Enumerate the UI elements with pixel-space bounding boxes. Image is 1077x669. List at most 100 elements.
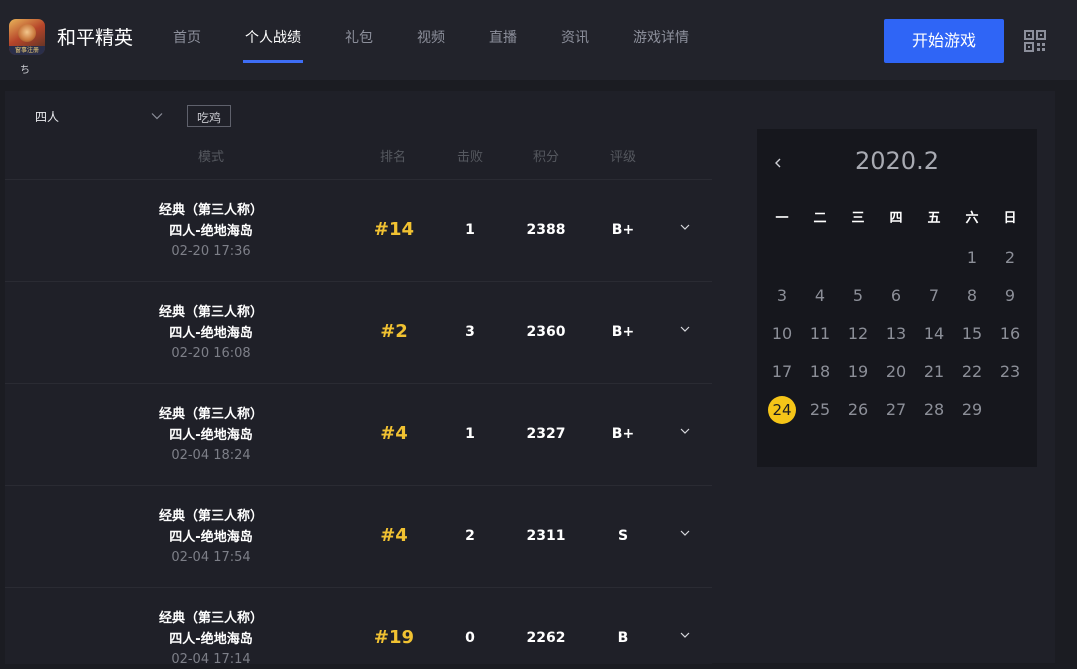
row-time: 02-04 17:54: [171, 550, 251, 565]
calendar: 2020.2 一 二 三 四 五 六 日 1 2 3 4 5 6 7 8 9 10 11 12 13 14…: [757, 129, 1037, 467]
calendar-day[interactable]: 19: [843, 357, 873, 387]
calendar-day[interactable]: 11: [805, 319, 835, 349]
calendar-day[interactable]: 25: [805, 395, 835, 425]
weekday-label: 二: [813, 211, 827, 226]
column-header-kills: 击败: [456, 150, 483, 165]
calendar-day[interactable]: 3: [767, 281, 797, 311]
winner-dinner-filter-tag[interactable]: 吃鸡: [187, 105, 231, 127]
column-header-score: 积分: [532, 150, 559, 165]
row-rank: #4: [380, 423, 408, 444]
nav-home[interactable]: 首页: [173, 0, 201, 80]
row-mode: 经典（第三人称）: [158, 611, 263, 626]
row-score: 2327: [526, 426, 566, 442]
row-time: 02-20 16:08: [171, 346, 251, 361]
weekday-label: 六: [965, 211, 979, 226]
calendar-day[interactable]: 2: [995, 243, 1025, 273]
weekday-label: 一: [775, 211, 789, 226]
calendar-day[interactable]: 5: [843, 281, 873, 311]
row-map: 四人-绝地海岛: [169, 428, 253, 443]
calendar-day[interactable]: 20: [881, 357, 911, 387]
chevron-down-icon: [151, 113, 163, 120]
logo-character-art: [18, 24, 36, 42]
column-header-mode: 模式: [197, 150, 224, 165]
row-map: 四人-绝地海岛: [169, 530, 253, 545]
calendar-day[interactable]: 16: [995, 319, 1025, 349]
calendar-day[interactable]: 8: [957, 281, 987, 311]
calendar-day[interactable]: 18: [805, 357, 835, 387]
row-rank: #2: [380, 321, 408, 342]
chevron-down-icon[interactable]: [679, 222, 691, 232]
row-map: 四人-绝地海岛: [169, 326, 253, 341]
row-rank: #19: [373, 627, 415, 648]
weekday-label: 三: [851, 211, 865, 226]
nav-gift[interactable]: 礼包: [345, 0, 373, 80]
weekday-label: 五: [927, 211, 941, 226]
calendar-day[interactable]: 21: [919, 357, 949, 387]
row-kills: 2: [465, 528, 475, 544]
chevron-down-icon[interactable]: [679, 630, 691, 640]
calendar-day[interactable]: 27: [881, 395, 911, 425]
row-kills: 1: [465, 222, 475, 238]
calendar-day[interactable]: 23: [995, 357, 1025, 387]
mode-select-value: 四人: [35, 110, 60, 124]
row-kills: 0: [465, 630, 475, 646]
calendar-day[interactable]: 15: [957, 319, 987, 349]
row-map: 四人-绝地海岛: [169, 224, 253, 239]
calendar-day[interactable]: 4: [805, 281, 835, 311]
weekday-label: 日: [1003, 211, 1017, 226]
table-row[interactable]: 经典（第三人称） 四人-绝地海岛 02-20 17:36 #14 1 2388 …: [5, 179, 712, 281]
row-time: 02-04 18:24: [171, 448, 251, 463]
row-mode: 经典（第三人称）: [158, 407, 263, 422]
row-grade: B+: [611, 426, 635, 442]
start-game-button[interactable]: 开始游戏: [884, 19, 1004, 63]
nav-news[interactable]: 资讯: [561, 0, 589, 80]
calendar-day[interactable]: 29: [957, 395, 987, 425]
row-kills: 1: [465, 426, 475, 442]
row-mode: 经典（第三人称）: [158, 305, 263, 320]
top-header: 窗事注册 和平精英 首页 个人战绩 礼包 视频 直播 资讯 游戏详情 开始游戏: [0, 0, 1077, 80]
calendar-day[interactable]: 13: [881, 319, 911, 349]
row-score: 2360: [526, 324, 566, 340]
row-grade: S: [617, 528, 629, 544]
mode-select[interactable]: 四人: [35, 104, 167, 130]
calendar-day[interactable]: 17: [767, 357, 797, 387]
calendar-day[interactable]: 6: [881, 281, 911, 311]
row-mode: 经典（第三人称）: [158, 203, 263, 218]
logo-band: 窗事注册: [9, 46, 45, 55]
row-kills: 3: [465, 324, 475, 340]
row-score: 2311: [526, 528, 566, 544]
calendar-day[interactable]: 26: [843, 395, 873, 425]
chevron-down-icon[interactable]: [679, 426, 691, 436]
row-time: 02-04 17:14: [171, 652, 251, 667]
calendar-day[interactable]: 1: [957, 243, 987, 273]
calendar-day[interactable]: 14: [919, 319, 949, 349]
table-row[interactable]: 经典（第三人称） 四人-绝地海岛 02-04 18:24 #4 1 2327 B…: [5, 383, 712, 485]
chevron-down-icon[interactable]: [679, 528, 691, 538]
calendar-day[interactable]: 9: [995, 281, 1025, 311]
app-title[interactable]: 和平精英: [57, 25, 133, 51]
calendar-day[interactable]: 12: [843, 319, 873, 349]
nav-live[interactable]: 直播: [489, 0, 517, 80]
calendar-day[interactable]: 7: [919, 281, 949, 311]
calendar-day[interactable]: 22: [957, 357, 987, 387]
chevron-down-icon[interactable]: [679, 324, 691, 334]
calendar-day-selected[interactable]: 24: [768, 396, 796, 424]
table-row[interactable]: 经典（第三人称） 四人-绝地海岛 02-04 17:54 #4 2 2311 S: [5, 485, 712, 587]
calendar-day[interactable]: 28: [919, 395, 949, 425]
qr-code-icon[interactable]: [1024, 30, 1046, 52]
game-logo[interactable]: 窗事注册: [9, 19, 45, 55]
nav-personal-record[interactable]: 个人战绩: [245, 0, 301, 80]
row-rank: #14: [373, 219, 415, 240]
row-mode: 经典（第三人称）: [158, 509, 263, 524]
table-row[interactable]: 经典（第三人称） 四人-绝地海岛 02-20 16:08 #2 3 2360 B…: [5, 281, 712, 383]
row-rank: #4: [380, 525, 408, 546]
nav-video[interactable]: 视频: [417, 0, 445, 80]
calendar-day[interactable]: 10: [767, 319, 797, 349]
nav-game-details[interactable]: 游戏详情: [633, 0, 689, 80]
nav-active-underline: [243, 60, 303, 63]
row-grade: B: [617, 630, 629, 646]
row-score: 2388: [526, 222, 566, 238]
partial-text-fragment: ち: [20, 65, 30, 76]
row-grade: B+: [611, 324, 635, 340]
table-row[interactable]: 经典（第三人称） 四人-绝地海岛 02-04 17:14 #19 0 2262 …: [5, 587, 712, 667]
